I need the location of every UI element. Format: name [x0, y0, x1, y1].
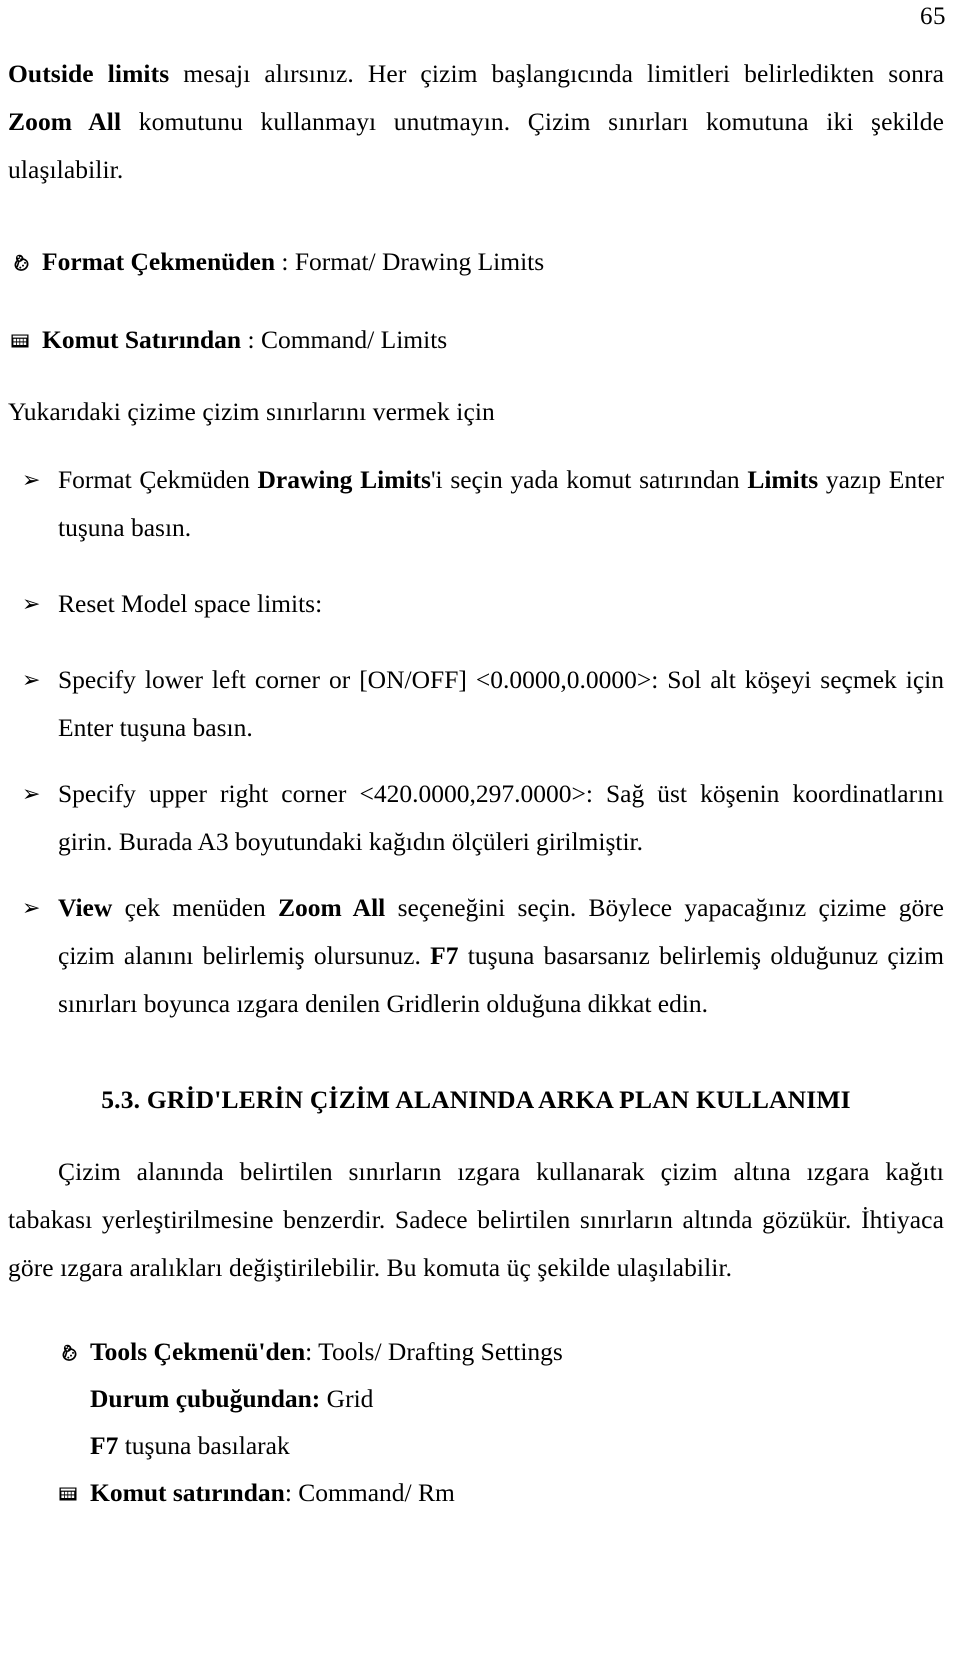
access-method-format-menu-text: Format Çekmenüden : Format/ Drawing Limi…	[42, 238, 944, 286]
command-line-method-label: Komut satırından	[90, 1478, 285, 1507]
step-lower-left-corner: ➢ Specify lower left corner or [ON/OFF] …	[16, 656, 944, 752]
step-format-menu-pre: Format Çekmüden	[58, 465, 258, 494]
mouse-icon	[8, 240, 42, 288]
command-line-method-text: Komut satırından: Command/ Rm	[90, 1469, 944, 1516]
status-bar-method-label: Durum çubuğundan:	[90, 1384, 321, 1413]
access-method-command-line-value: Command/ Limits	[260, 325, 448, 354]
access-method-format-menu: Format Çekmenüden : Format/ Drawing Limi…	[8, 238, 944, 286]
step-format-menu-text: Format Çekmüden Drawing Limits'i seçin y…	[58, 456, 944, 552]
function-key-method-label: F7	[90, 1431, 119, 1460]
status-bar-method-value: Grid	[326, 1384, 374, 1413]
section-heading-5-3: 5.3. GRİD'LERİN ÇİZİM ALANINDA ARKA PLAN…	[101, 1085, 851, 1114]
function-key-method: F7 tuşuna basılarak	[56, 1422, 944, 1469]
step-format-menu-bold-1: Drawing Limits	[257, 465, 431, 494]
access-method-format-menu-separator: :	[275, 247, 295, 276]
step-reset-model-space-text: Reset Model space limits:	[58, 589, 323, 618]
step-zoom-all: ➢ View çek menüden Zoom All seçeneğini s…	[16, 884, 944, 1028]
tools-menu-method-separator: :	[305, 1337, 319, 1366]
access-method-command-line-label: Komut Satırından	[42, 325, 242, 354]
function-key-method-text: F7 tuşuna basılarak	[90, 1422, 944, 1469]
status-bar-method-text: Durum çubuğundan: Grid	[90, 1375, 944, 1422]
steps-list: ➢ Format Çekmüden Drawing Limits'i seçin…	[8, 456, 944, 1028]
step-format-menu-bold-2: Limits	[747, 465, 819, 494]
arrow-bullet-icon: ➢	[22, 781, 41, 806]
intro-text-2: komutunu kullanmayı unutmayın. Çizim sın…	[8, 107, 944, 184]
access-method-command-line-separator: :	[241, 325, 261, 354]
tools-menu-method: Tools Çekmenü'den: Tools/ Drafting Setti…	[56, 1328, 944, 1375]
status-bar-method: Durum çubuğundan: Grid	[56, 1375, 944, 1422]
arrow-bullet-icon: ➢	[22, 591, 41, 616]
intro-paragraph: Outside limits mesajı alırsınız. Her çiz…	[8, 50, 944, 194]
access-method-format-menu-value: Format/ Drawing Limits	[294, 247, 545, 276]
step-zoom-all-mid-1: çek menüden	[112, 893, 279, 922]
intro-text-1: mesajı alırsınız. Her çizim başlangıcınd…	[169, 59, 945, 88]
command-line-method-value: Command/ Rm	[298, 1478, 455, 1507]
arrow-bullet-icon: ➢	[22, 467, 41, 492]
intro-bold-lead: Outside limits	[8, 59, 170, 88]
step-lower-left-corner-text: Specify lower left corner or [ON/OFF] <0…	[58, 665, 944, 742]
step-zoom-all-bold-3: F7	[430, 941, 459, 970]
access-method-command-line: Komut Satırından : Command/ Limits	[8, 316, 944, 364]
page-body: Outside limits mesajı alırsınız. Her çiz…	[8, 50, 944, 1516]
access-method-command-line-text: Komut Satırından : Command/ Limits	[42, 316, 944, 364]
tools-menu-method-label: Tools Çekmenü'den	[90, 1337, 306, 1366]
step-format-menu: ➢ Format Çekmüden Drawing Limits'i seçin…	[16, 456, 944, 552]
intro-bold-mid: Zoom All	[8, 107, 122, 136]
step-zoom-all-text: View çek menüden Zoom All seçeneğini seç…	[58, 884, 944, 1028]
lead-in-paragraph: Yukarıdaki çizime çizim sınırlarını verm…	[8, 397, 495, 426]
function-key-method-value: tuşuna basılarak	[124, 1431, 290, 1460]
tools-menu-method-text: Tools Çekmenü'den: Tools/ Drafting Setti…	[90, 1328, 944, 1375]
command-line-method-separator: :	[284, 1478, 299, 1507]
section-paragraph: Çizim alanında belirtilen sınırların ızg…	[8, 1157, 944, 1282]
command-line-method: Komut satırından: Command/ Rm	[56, 1469, 944, 1516]
step-zoom-all-bold-1: View	[58, 893, 113, 922]
step-reset-model-space: ➢ Reset Model space limits:	[16, 580, 944, 628]
keyboard-icon	[8, 318, 42, 366]
page-number: 65	[920, 3, 946, 30]
document-page: 65 Outside limits mesajı alırsınız. Her …	[0, 0, 960, 1654]
access-method-format-menu-label: Format Çekmenüden	[42, 247, 276, 276]
arrow-bullet-icon: ➢	[22, 895, 41, 920]
arrow-bullet-icon: ➢	[22, 667, 41, 692]
keyboard-icon	[56, 1471, 90, 1518]
step-upper-right-corner-text: Specify upper right corner <420.0000,297…	[58, 779, 944, 856]
mouse-icon	[56, 1330, 90, 1377]
step-format-menu-mid: 'i seçin yada komut satırından	[430, 465, 748, 494]
step-upper-right-corner: ➢ Specify upper right corner <420.0000,2…	[16, 770, 944, 866]
tools-menu-method-value: Tools/ Drafting Settings	[318, 1337, 563, 1366]
step-zoom-all-bold-2: Zoom All	[278, 893, 386, 922]
grid-access-methods: Tools Çekmenü'den: Tools/ Drafting Setti…	[56, 1328, 944, 1516]
